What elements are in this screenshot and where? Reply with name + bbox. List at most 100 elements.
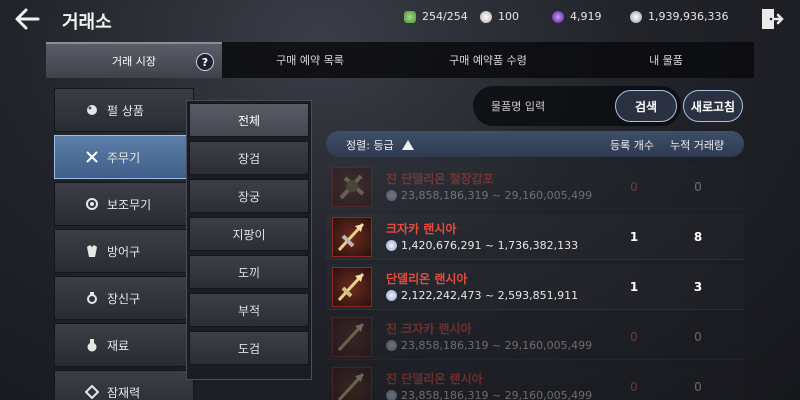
crossed-swords-icon [85,150,99,164]
item-name: 크자카 랜시아 [386,222,457,236]
main-tabs: 거래 시장 ? 구매 예약 목록 구매 예약품 수령 내 물품 [46,42,754,78]
subcategory-longbow[interactable]: 장궁 [189,179,309,213]
sort-by-grade[interactable]: 정렬: 등급 [346,137,415,153]
subcategory-longsword[interactable]: 장검 [189,141,309,175]
tab-market[interactable]: 거래 시장 ? [46,42,222,78]
sort-up-triangle-icon [402,140,415,153]
accumulated-volume: 0 [694,330,702,344]
category-potential[interactable]: 잠재력 [54,370,194,400]
table-row[interactable]: 진 크자카 랜시아 23,858,186,319 ~ 29,160,005,49… [326,314,744,360]
item-price-range: 23,858,186,319 ~ 29,160,005,499 [386,389,592,400]
leaf-icon [404,10,416,23]
item-list: 진 단델리온 철장갑포 23,858,186,319 ~ 29,160,005,… [326,164,744,400]
subcategory-sword[interactable]: 도검 [189,331,309,365]
lancia-icon [332,317,372,357]
subcategory-staff[interactable]: 지팡이 [189,217,309,251]
category-label: 재료 [107,338,130,353]
item-price-range: 23,858,186,319 ~ 29,160,005,499 [386,189,592,202]
pearl-icon [480,10,492,23]
price-text: 2,122,242,473 ~ 2,593,851,911 [401,289,579,302]
tab-reservation-receive[interactable]: 구매 예약품 수령 [398,42,578,78]
category-label: 잠재력 [107,385,141,400]
accumulated-volume: 3 [693,280,703,294]
item-price-range: 23,858,186,319 ~ 29,160,005,499 [386,339,592,352]
crystal-icon [552,10,564,23]
refresh-button[interactable]: 새로고침 [683,90,743,122]
price-text: 23,858,186,319 ~ 29,160,005,499 [401,189,593,202]
category-sub-weapon[interactable]: 보조무기 [54,182,194,226]
item-name: 단델리온 랜시아 [386,272,468,286]
category-label: 보조무기 [107,197,152,212]
silver-coin-icon [386,240,397,251]
subcategory-panel: 전체 장검 장궁 지팡이 도끼 부적 도검 [186,100,312,380]
tab-my-items[interactable]: 내 물품 [578,42,754,78]
table-header: 정렬: 등급 등록 개수 누적 거래량 [326,131,744,157]
back-arrow-icon[interactable] [12,6,42,32]
price-text: 1,420,676,291 ~ 1,736,382,133 [401,239,579,252]
search-input[interactable] [491,96,611,116]
search-button[interactable]: 검색 [615,90,677,122]
search-bar: 검색 [473,86,681,126]
lancia-icon [332,217,372,257]
crystal-resource: 4,919 [552,10,602,23]
page-title: 거래소 [62,12,112,33]
silver-coin-icon [386,390,397,400]
silver-value: 1,939,936,336 [648,10,729,23]
registered-count: 1 [629,280,639,294]
item-price-range: 2,122,242,473 ~ 2,593,851,911 [386,289,578,302]
registered-count: 0 [630,380,638,394]
armor-icon [85,244,99,258]
registered-count: 0 [630,330,638,344]
gauntlet-icon [332,167,372,207]
silver-coin-icon [630,10,642,23]
category-label: 장신구 [107,291,141,306]
price-text: 23,858,186,319 ~ 29,160,005,499 [401,389,593,400]
sort-label: 정렬: 등급 [346,139,394,152]
ring-shield-icon [85,197,99,211]
category-label: 주무기 [107,150,141,165]
tab-market-label: 거래 시장 [112,55,156,68]
top-bar: 거래소 254/254 100 4,919 1,939,936,336 [0,0,800,38]
stamina-value: 254/254 [422,10,468,23]
category-material[interactable]: 재료 [54,323,194,367]
column-count-header: 등록 개수 [610,139,654,152]
table-row[interactable]: 진 단델리온 랜시아 23,858,186,319 ~ 29,160,005,4… [326,364,744,400]
accumulated-volume: 8 [693,230,703,244]
price-text: 23,858,186,319 ~ 29,160,005,499 [401,339,593,352]
accumulated-volume: 0 [694,180,702,194]
category-armor[interactable]: 방어구 [54,229,194,273]
pearl-item-icon [85,103,99,117]
accumulated-volume: 0 [694,380,702,394]
pearl-value: 100 [498,10,519,23]
category-list: 펄 상품 주무기 보조무기 방어구 장신구 재료 잠재력 [54,86,194,400]
potion-icon [85,338,99,352]
category-accessory[interactable]: 장신구 [54,276,194,320]
silver-coin-icon [386,190,397,201]
silver-coin-icon [386,290,397,301]
potential-icon [85,385,99,399]
exit-door-icon[interactable] [758,6,784,32]
column-total-header: 누적 거래량 [670,139,725,152]
category-label: 방어구 [107,244,141,259]
table-row[interactable]: 진 단델리온 철장갑포 23,858,186,319 ~ 29,160,005,… [326,164,744,210]
stamina-resource: 254/254 [404,10,468,23]
table-row[interactable]: 단델리온 랜시아 2,122,242,473 ~ 2,593,851,911 1… [326,264,744,310]
registered-count: 0 [630,180,638,194]
lancia-icon [332,367,372,400]
silver-resource: 1,939,936,336 [630,10,728,23]
subcategory-axe[interactable]: 도끼 [189,255,309,289]
silver-coin-icon [386,340,397,351]
help-icon[interactable]: ? [196,53,214,71]
accessory-icon [85,291,99,305]
subcategory-talisman[interactable]: 부적 [189,293,309,327]
item-name: 진 단델리온 철장갑포 [386,172,494,186]
lancia-icon [332,267,372,307]
category-main-weapon[interactable]: 주무기 [54,135,194,179]
pearl-resource: 100 [480,10,519,23]
category-pearl-items[interactable]: 펄 상품 [54,88,194,132]
registered-count: 1 [629,230,639,244]
item-name: 진 크자카 랜시아 [386,322,472,336]
table-row[interactable]: 크자카 랜시아 1,420,676,291 ~ 1,736,382,133 1 … [326,214,744,260]
tab-reservation-list[interactable]: 구매 예약 목록 [222,42,398,78]
subcategory-all[interactable]: 전체 [189,103,309,137]
